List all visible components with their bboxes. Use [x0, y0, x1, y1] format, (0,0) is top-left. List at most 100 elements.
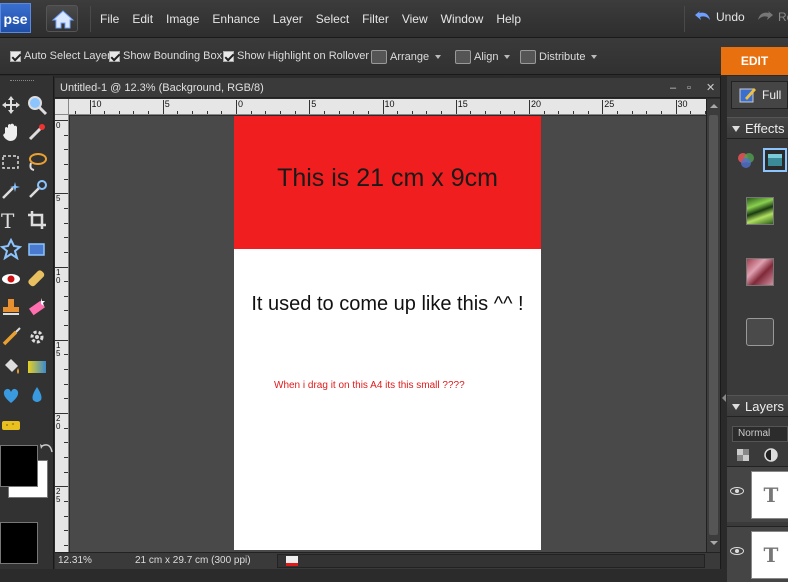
menu-file[interactable]: File	[100, 12, 119, 26]
menu-enhance[interactable]: Enhance	[212, 12, 259, 26]
cookie-cutter-tool-icon[interactable]	[0, 238, 22, 260]
quick-selection-tool-icon[interactable]	[26, 179, 48, 201]
menu-select[interactable]: Select	[316, 12, 349, 26]
align-dropdown[interactable]: Align	[455, 50, 511, 64]
move-tool-icon[interactable]	[0, 94, 22, 116]
blur-tool-icon[interactable]	[26, 384, 48, 406]
restore-icon[interactable]: ▫	[687, 78, 691, 98]
ruler-tick	[133, 111, 135, 114]
ruler-tick	[64, 310, 68, 312]
ruler-tick	[64, 134, 68, 136]
menu-image[interactable]: Image	[166, 12, 199, 26]
zoom-tool-icon[interactable]	[26, 94, 48, 116]
foreground-color-swatch-front[interactable]	[0, 445, 38, 487]
recompose-tool-icon[interactable]	[26, 238, 48, 260]
magic-wand-tool-icon[interactable]	[0, 179, 22, 201]
layers-panel-header[interactable]: Layers	[727, 395, 788, 417]
eyedropper-tool-icon[interactable]	[26, 121, 48, 143]
shape-tool-icon[interactable]	[0, 384, 22, 406]
full-edit-tab[interactable]: Full	[731, 81, 788, 109]
ruler-tick	[309, 100, 311, 114]
healing-brush-tool-icon[interactable]	[26, 268, 48, 290]
scroll-up-icon[interactable]	[709, 101, 719, 111]
eraser-tool-icon[interactable]	[26, 296, 48, 318]
smart-brush-tool-icon[interactable]	[26, 326, 48, 348]
vertical-scroll-thumb[interactable]	[709, 115, 718, 535]
minimize-icon[interactable]: –	[670, 78, 676, 98]
menu-edit[interactable]: Edit	[132, 12, 153, 26]
close-icon[interactable]: ✕	[706, 78, 715, 98]
home-icon	[51, 10, 75, 29]
horizontal-ruler[interactable]: 10 5 0 5 10 15 20 25 30	[69, 99, 720, 115]
arrange-dropdown[interactable]: Arrange	[371, 50, 442, 64]
redo-button[interactable]: Re	[756, 10, 788, 24]
sponge-tool-icon[interactable]	[0, 413, 22, 435]
horizontal-scroll-thumb[interactable]	[286, 556, 298, 566]
menu-help[interactable]: Help	[496, 12, 521, 26]
red-eye-tool-icon[interactable]	[0, 268, 22, 290]
gradient-tool-icon[interactable]	[26, 356, 48, 378]
foreground-color-swatch[interactable]	[0, 522, 38, 564]
marquee-tool-icon[interactable]	[0, 151, 22, 173]
canvas-area[interactable]: This is 21 cm x 9cm It used to come up l…	[70, 116, 706, 552]
lock-transparent-icon[interactable]	[736, 448, 750, 462]
layer-row[interactable]: T	[727, 466, 788, 522]
show-bounding-box-checkbox[interactable]	[109, 50, 120, 62]
show-bounding-box-label: Show Bounding Box	[123, 50, 223, 62]
effect-thumbnail-green[interactable]	[746, 197, 774, 225]
brush-tool-icon[interactable]	[0, 326, 22, 348]
red-band-text: This is 21 cm x 9cm	[277, 164, 498, 192]
clone-stamp-tool-icon[interactable]	[0, 296, 22, 318]
visibility-eye-icon[interactable]	[730, 487, 744, 495]
edit-mode-tab[interactable]: EDIT	[721, 47, 788, 75]
ruler-tick	[64, 325, 68, 327]
ruler-tick	[64, 295, 68, 297]
visibility-eye-icon[interactable]	[730, 547, 744, 555]
caption-text: It used to come up like this ^^ !	[251, 293, 524, 315]
panel-divider[interactable]	[720, 76, 727, 569]
lasso-tool-icon[interactable]	[26, 151, 48, 173]
scroll-down-icon[interactable]	[709, 538, 719, 548]
ruler-tick	[206, 111, 208, 114]
home-button[interactable]	[46, 5, 78, 32]
menu-filter[interactable]: Filter	[362, 12, 389, 26]
layer-styles-tab[interactable]	[763, 148, 787, 172]
vertical-scrollbar[interactable]	[706, 99, 720, 552]
ruler-tick	[514, 111, 516, 114]
adjustment-layer-icon[interactable]	[763, 447, 779, 463]
document-title-bar[interactable]: Untitled-1 @ 12.3% (Background, RGB/8) –…	[55, 78, 720, 98]
hand-tool-icon[interactable]	[0, 121, 22, 143]
ruler-tick	[64, 281, 68, 283]
menu-layer[interactable]: Layer	[273, 12, 303, 26]
effect-thumbnail-pink[interactable]	[746, 258, 774, 286]
horizontal-scrollbar[interactable]	[277, 554, 705, 568]
paint-bucket-tool-icon[interactable]	[0, 356, 22, 378]
show-highlight-checkbox[interactable]	[223, 50, 234, 62]
effect-thumbnail-gray[interactable]	[746, 318, 774, 346]
ruler-origin[interactable]	[55, 99, 69, 115]
layer-row[interactable]: T	[727, 526, 788, 582]
show-bounding-box-option[interactable]: Show Bounding Box	[109, 50, 222, 62]
filters-icon[interactable]	[736, 151, 756, 169]
tools-grip[interactable]	[10, 80, 34, 82]
auto-select-layer-checkbox[interactable]	[10, 50, 21, 62]
ruler-tick	[558, 111, 560, 114]
document-canvas[interactable]: This is 21 cm x 9cm It used to come up l…	[234, 116, 541, 550]
ruler-tick	[64, 515, 68, 517]
vertical-ruler[interactable]: 0 5 1 0 1 5 2 0 2 5	[55, 115, 69, 552]
effects-panel-header[interactable]: Effects	[727, 117, 788, 139]
undo-button[interactable]: Undo	[694, 10, 745, 24]
auto-select-layer-option[interactable]: Auto Select Layer	[10, 50, 111, 62]
blend-mode-select[interactable]: Normal	[732, 426, 788, 442]
show-highlight-option[interactable]: Show Highlight on Rollover	[223, 50, 369, 62]
crop-tool-icon[interactable]	[26, 209, 48, 231]
zoom-level[interactable]: 12.31%	[58, 555, 92, 566]
ruler-tick	[177, 111, 179, 114]
ruler-label: 20	[531, 99, 542, 109]
arrange-label: Arrange	[390, 51, 430, 63]
type-tool-icon[interactable]: T	[0, 209, 22, 231]
align-icon	[455, 50, 471, 64]
menu-view[interactable]: View	[402, 12, 428, 26]
menu-window[interactable]: Window	[441, 12, 484, 26]
distribute-dropdown[interactable]: Distribute	[520, 50, 598, 64]
